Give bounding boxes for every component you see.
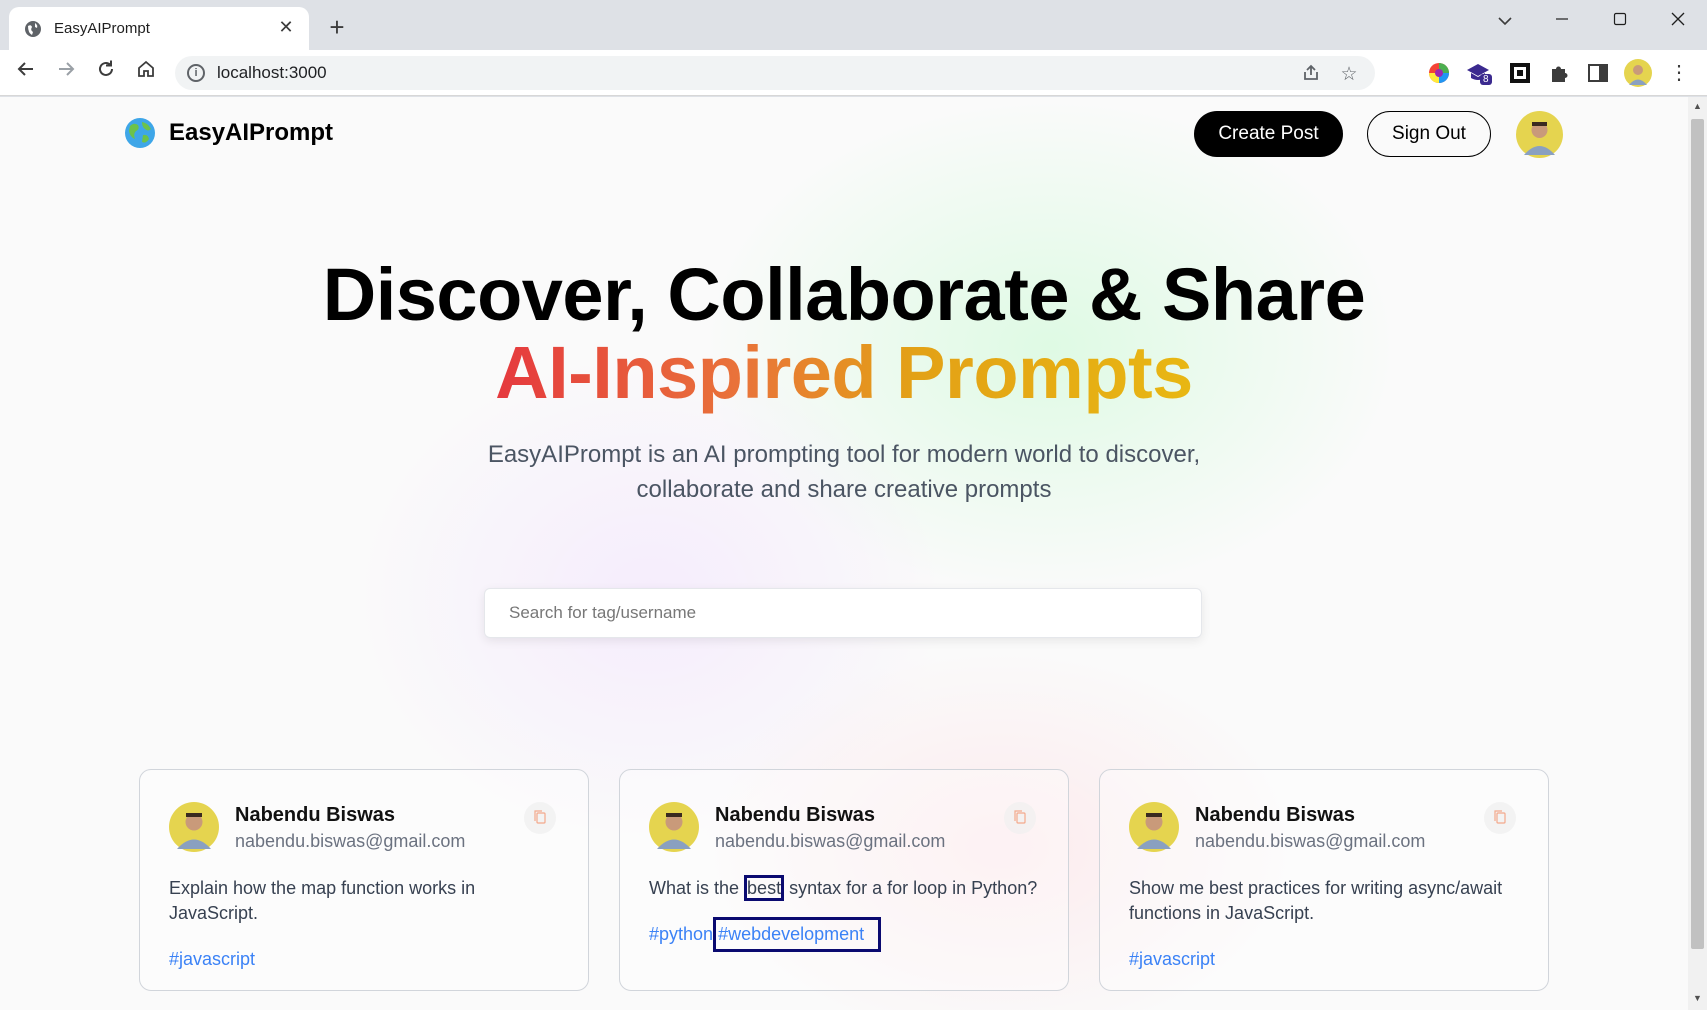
author-avatar[interactable]	[1129, 802, 1179, 852]
more-menu-icon[interactable]: ⋮	[1665, 59, 1693, 87]
author-name[interactable]: Nabendu Biswas	[1195, 804, 1355, 827]
reload-icon[interactable]	[92, 59, 120, 87]
search-input[interactable]	[484, 588, 1202, 638]
browser-tab-bar: EasyAIPrompt ✕ +	[0, 0, 1707, 50]
hero-description: EasyAIPrompt is an AI prompting tool for…	[487, 441, 1201, 503]
prompt-text: Show me best practices for writing async…	[1129, 878, 1503, 923]
scroll-up-icon[interactable]: ▲	[1688, 101, 1707, 111]
prompt-text: What is the best syntax for a for loop i…	[649, 875, 1037, 901]
address-url: localhost:3000	[217, 63, 327, 82]
address-bar[interactable]: i localhost:3000 ☆	[175, 56, 1375, 90]
star-icon[interactable]: ☆	[1337, 63, 1361, 86]
color-wheel-extension-icon[interactable]	[1427, 61, 1451, 85]
hero-title-highlight: AI-Inspired Prompts	[0, 333, 1688, 413]
page-content: EasyAIPrompt Create Post Sign Out Discov…	[0, 97, 1688, 1010]
back-icon[interactable]	[12, 59, 40, 87]
create-post-button[interactable]: Create Post	[1194, 111, 1343, 157]
tag-link[interactable]: #javascript	[169, 949, 255, 970]
copy-icon[interactable]	[524, 802, 556, 834]
globe-icon	[25, 21, 41, 37]
tag-link-highlighted[interactable]: #webdevelopment	[713, 917, 882, 952]
prompt-text: Explain how the map function works in Ja…	[169, 878, 476, 923]
author-email: nabendu.biswas@gmail.com	[235, 831, 466, 851]
prompt-text-end: syntax for a for loop in Python?	[784, 878, 1038, 898]
tag-link[interactable]: #python	[649, 918, 713, 945]
page-scrollbar[interactable]: ▲ ▼	[1688, 97, 1707, 1010]
tab-search-chevron-icon[interactable]	[1481, 5, 1529, 35]
copy-icon[interactable]	[1484, 802, 1516, 834]
site-info-icon[interactable]: i	[187, 64, 205, 82]
home-icon[interactable]	[132, 59, 160, 87]
brand-name[interactable]: EasyAIPrompt	[169, 119, 333, 147]
author-avatar[interactable]	[649, 802, 699, 852]
minimize-icon[interactable]	[1538, 5, 1586, 35]
user-avatar[interactable]	[1516, 111, 1563, 158]
scroll-thumb[interactable]	[1691, 119, 1704, 949]
tag-list: #python #webdevelopment	[649, 917, 882, 952]
tag-list: #javascript	[1129, 949, 1215, 970]
prompt-card[interactable]: Nabendu Biswas nabendu.biswas@gmail.com …	[139, 769, 589, 991]
hero-title: Discover, Collaborate & Share	[322, 253, 1366, 336]
new-tab-icon[interactable]: +	[323, 14, 351, 42]
sign-out-button[interactable]: Sign Out	[1367, 111, 1491, 157]
window-close-icon[interactable]	[1654, 5, 1702, 35]
prompt-card[interactable]: Nabendu Biswas nabendu.biswas@gmail.com …	[1099, 769, 1549, 991]
author-email: nabendu.biswas@gmail.com	[1195, 831, 1426, 851]
tag-list: #javascript	[169, 949, 255, 970]
graduation-cap-extension-icon[interactable]: 8	[1466, 61, 1492, 85]
copy-icon[interactable]	[1004, 802, 1036, 834]
prompt-text-start: What is the	[649, 878, 745, 898]
tab-title: EasyAIPrompt	[54, 20, 150, 37]
share-icon[interactable]	[1299, 63, 1323, 89]
profile-avatar-icon[interactable]	[1624, 59, 1652, 87]
earth-logo-icon[interactable]	[124, 117, 156, 149]
extension-badge: 8	[1480, 74, 1492, 85]
author-name[interactable]: Nabendu Biswas	[235, 804, 395, 827]
highlighted-word: best	[744, 875, 785, 901]
tag-link[interactable]: #javascript	[1129, 949, 1215, 970]
scroll-down-icon[interactable]: ▼	[1688, 993, 1707, 1003]
author-name[interactable]: Nabendu Biswas	[715, 804, 875, 827]
author-avatar[interactable]	[169, 802, 219, 852]
browser-tab[interactable]: EasyAIPrompt ✕	[9, 7, 309, 50]
puzzle-extensions-icon[interactable]	[1547, 61, 1571, 85]
author-email: nabendu.biswas@gmail.com	[715, 831, 946, 851]
forward-icon[interactable]	[52, 59, 80, 87]
tab-close-icon[interactable]: ✕	[275, 16, 297, 38]
browser-toolbar: i localhost:3000 ☆ 8 ⋮	[0, 50, 1707, 96]
maximize-icon[interactable]	[1596, 5, 1644, 35]
hero-gradient-text: AI-Inspired Prompts	[495, 331, 1193, 414]
prompt-card[interactable]: Nabendu Biswas nabendu.biswas@gmail.com …	[619, 769, 1069, 991]
qr-extension-icon[interactable]	[1508, 61, 1532, 85]
side-panel-icon[interactable]	[1586, 61, 1610, 85]
